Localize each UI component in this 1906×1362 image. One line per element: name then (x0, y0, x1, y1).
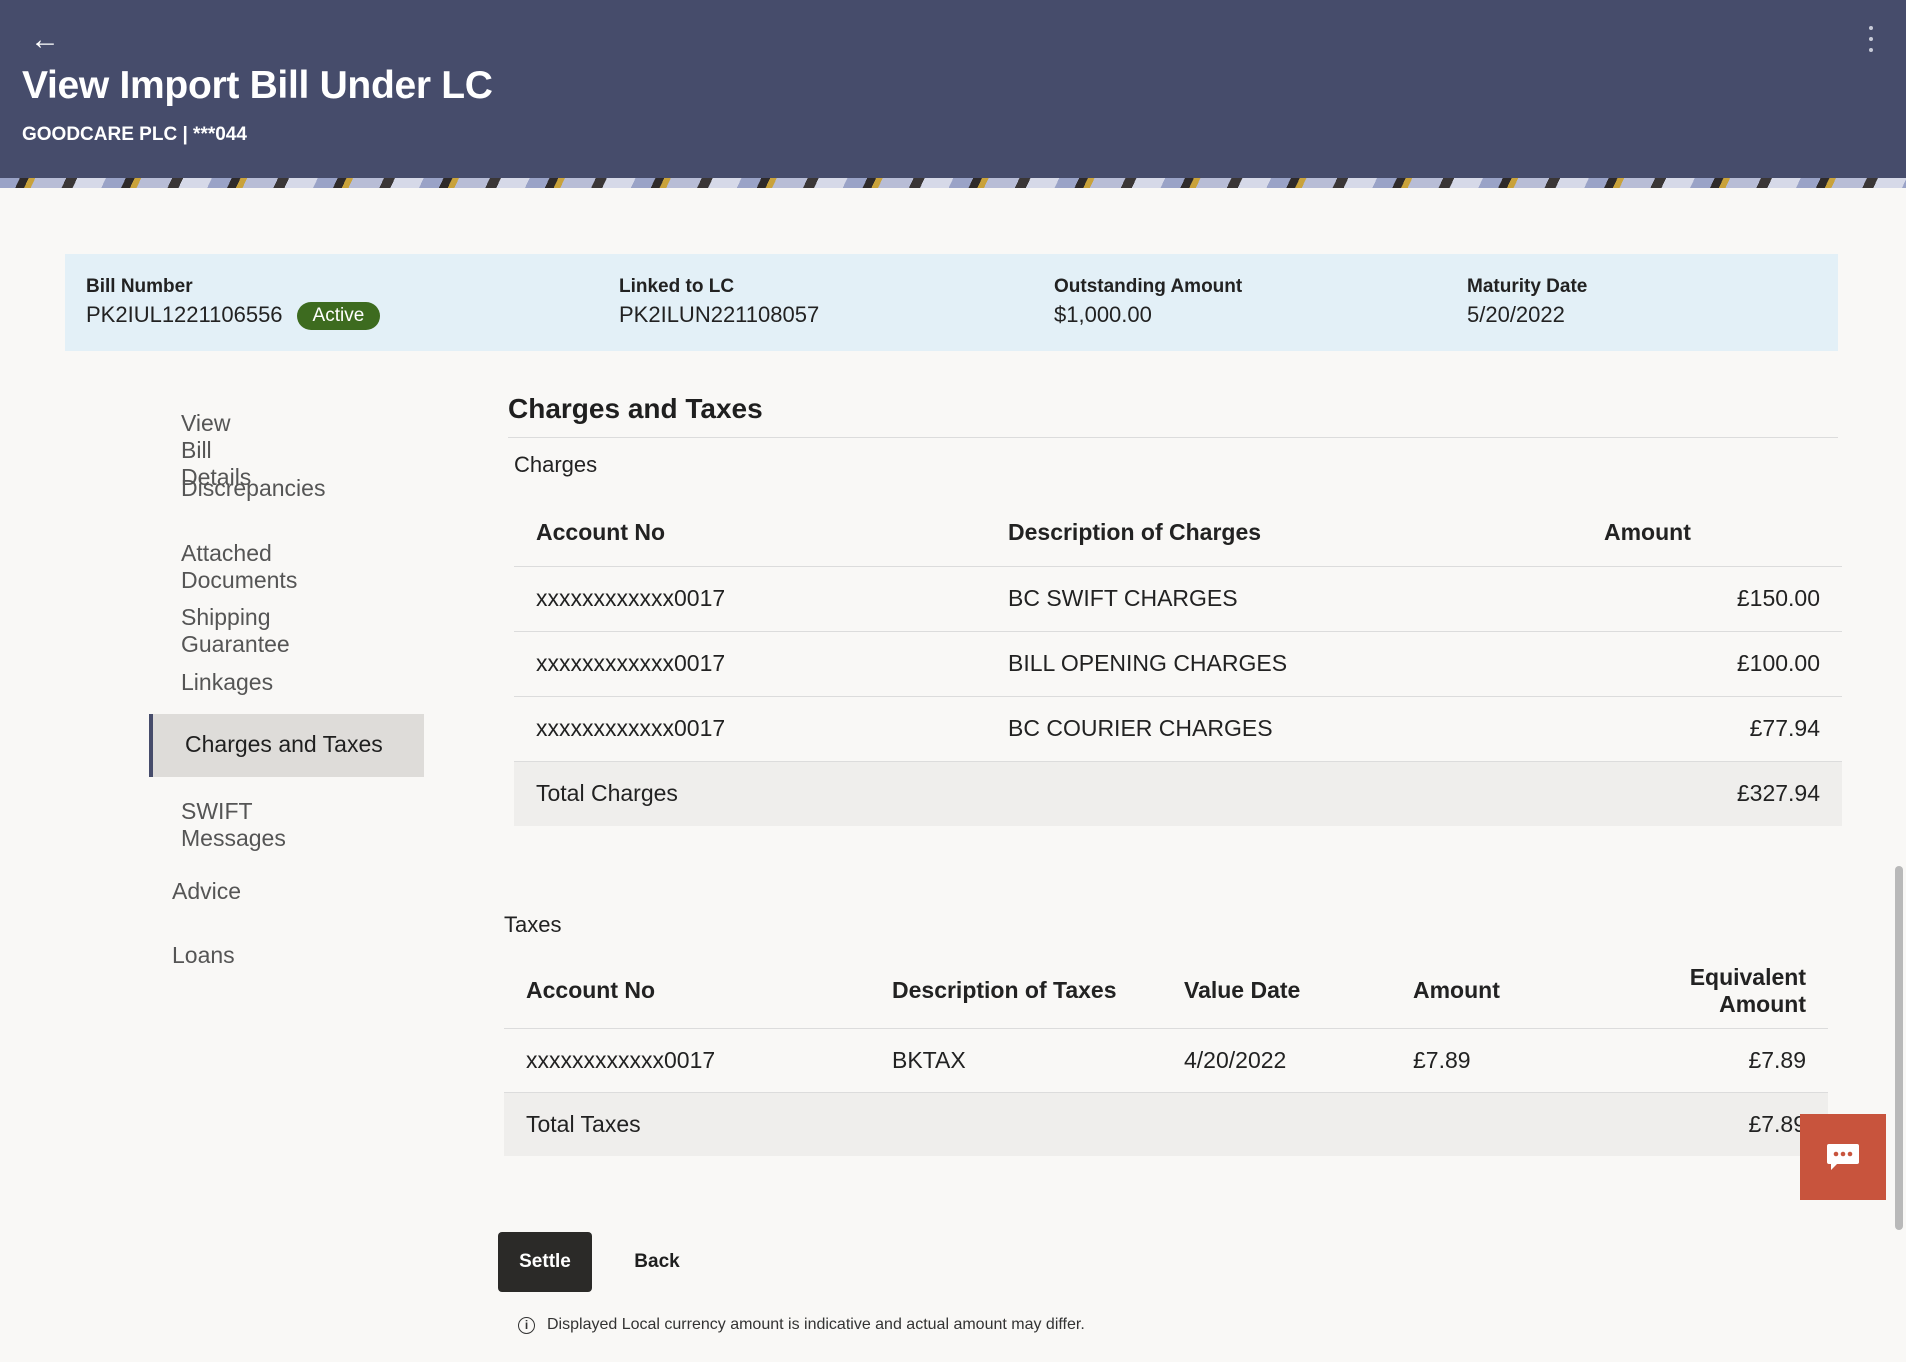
more-options-icon[interactable] (1864, 26, 1878, 52)
section-title: Charges and Taxes (508, 393, 763, 424)
nav-item-linkages[interactable]: Linkages (181, 669, 273, 696)
column-header: Account No (504, 954, 870, 1029)
header-decorative-banner (0, 178, 1906, 188)
column-header: Description of Charges (986, 500, 1582, 567)
nav-item-advice[interactable]: Advice (172, 878, 241, 905)
amount-cell: £150.00 (1582, 566, 1842, 632)
outstanding-amount-value: $1,000.00 (1054, 302, 1152, 327)
nav-item-attached-documents[interactable]: Attached Documents (181, 540, 297, 594)
bill-number-block: Bill Number PK2IUL1221106556 Active (86, 276, 381, 331)
linked-lc-label: Linked to LC (619, 276, 735, 297)
page-header: ← View Import Bill Under LC GOODCARE PLC… (0, 0, 1906, 188)
maturity-date-label: Maturity Date (1467, 276, 1588, 297)
charges-table: Account No Description of Charges Amount… (514, 500, 1842, 826)
linked-lc-block: Linked to LC PK2ILUN221108057 (619, 276, 819, 328)
amount-cell: £100.00 (1582, 631, 1842, 697)
column-header: Value Date (1162, 954, 1391, 1029)
column-header: Description of Taxes (870, 954, 1162, 1029)
back-button[interactable]: Back (624, 1232, 690, 1292)
back-arrow-icon[interactable]: ← (30, 25, 62, 55)
description-cell: BC SWIFT CHARGES (986, 566, 1582, 632)
amount-cell: £77.94 (1582, 696, 1842, 762)
table-row: xxxxxxxxxxxx0017 BC COURIER CHARGES £77.… (514, 696, 1842, 762)
disclaimer-text: Displayed Local currency amount is indic… (547, 1316, 1085, 1333)
total-taxes-value: £7.89 (1631, 1091, 1828, 1156)
column-header: Amount (1391, 954, 1631, 1029)
column-header: Amount (1582, 500, 1842, 567)
total-charges-row: Total Charges £327.94 (514, 760, 1842, 826)
nav-item-charges-and-taxes[interactable]: Charges and Taxes (149, 714, 424, 777)
table-header-row: Account No Description of Charges Amount (514, 500, 1842, 567)
column-header: Account No (514, 500, 986, 567)
maturity-date-block: Maturity Date 5/20/2022 (1467, 276, 1587, 328)
total-charges-label: Total Charges (514, 760, 986, 826)
outstanding-amount-label: Outstanding Amount (1054, 276, 1243, 297)
description-cell: BKTAX (870, 1028, 1162, 1093)
info-icon: i (518, 1316, 535, 1334)
taxes-table: Account No Description of Taxes Value Da… (504, 954, 1828, 1156)
table-row: xxxxxxxxxxxx0017 BILL OPENING CHARGES £1… (514, 631, 1842, 697)
settle-button[interactable]: Settle (498, 1232, 592, 1292)
status-badge: Active (296, 302, 381, 331)
column-header-line: Amount (1719, 990, 1806, 1017)
bill-number-value: PK2IUL1221106556 (86, 302, 283, 327)
total-charges-value: £327.94 (1582, 760, 1842, 826)
account-no-cell: xxxxxxxxxxxx0017 (504, 1028, 870, 1093)
nav-item-label: Charges and Taxes (185, 731, 383, 757)
chat-button[interactable] (1800, 1114, 1886, 1200)
bill-summary-bar: Bill Number PK2IUL1221106556 Active Linke… (65, 254, 1838, 351)
maturity-date-value: 5/20/2022 (1467, 302, 1565, 327)
description-cell: BC COURIER CHARGES (986, 696, 1582, 762)
column-header-line: Equivalent (1689, 963, 1806, 990)
value-date-cell: 4/20/2022 (1162, 1028, 1391, 1093)
equivalent-amount-cell: £7.89 (1631, 1028, 1828, 1093)
page-subtitle: GOODCARE PLC | ***044 (22, 124, 247, 145)
account-no-cell: xxxxxxxxxxxx0017 (514, 631, 986, 697)
taxes-subtitle: Taxes (504, 912, 562, 937)
chat-bubble-icon (1827, 1144, 1859, 1170)
column-header-equivalent-amount: Equivalent Amount (1631, 954, 1828, 1029)
table-row: xxxxxxxxxxxx0017 BC SWIFT CHARGES £150.0… (514, 566, 1842, 632)
bill-number-label: Bill Number (86, 276, 193, 297)
description-cell: BILL OPENING CHARGES (986, 631, 1582, 697)
nav-item-discrepancies[interactable]: Discrepancies (181, 475, 325, 502)
linked-lc-value: PK2ILUN221108057 (619, 302, 820, 327)
outstanding-amount-block: Outstanding Amount $1,000.00 (1054, 276, 1242, 328)
nav-item-shipping-guarantee[interactable]: Shipping Guarantee (181, 604, 290, 658)
total-taxes-row: Total Taxes £7.89 (504, 1091, 1828, 1156)
charges-subtitle: Charges (514, 452, 598, 477)
table-row: xxxxxxxxxxxx0017 BKTAX 4/20/2022 £7.89 £… (504, 1028, 1828, 1093)
scrollbar-thumb[interactable] (1895, 866, 1903, 1230)
account-no-cell: xxxxxxxxxxxx0017 (514, 566, 986, 632)
nav-item-loans[interactable]: Loans (172, 942, 235, 969)
section-divider (508, 437, 1838, 438)
account-no-cell: xxxxxxxxxxxx0017 (514, 696, 986, 762)
amount-cell: £7.89 (1391, 1028, 1631, 1093)
page-title: View Import Bill Under LC (22, 64, 493, 107)
total-taxes-label: Total Taxes (504, 1091, 870, 1156)
nav-item-swift-messages[interactable]: SWIFT Messages (181, 798, 286, 852)
table-header-row: Account No Description of Taxes Value Da… (504, 954, 1828, 1029)
disclaimer: i Displayed Local currency amount is ind… (518, 1316, 1085, 1334)
